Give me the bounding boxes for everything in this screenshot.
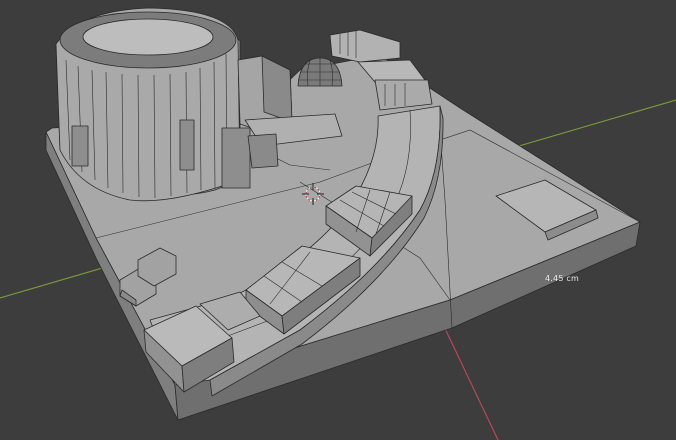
- x-axis-line: [439, 317, 499, 440]
- cylinder-tower[interactable]: [55, 7, 251, 202]
- dome-structure[interactable]: [297, 57, 343, 87]
- scene-canvas[interactable]: [0, 0, 676, 440]
- 3d-viewport[interactable]: 4.45 cm: [0, 0, 676, 440]
- measurement-label: 4.45 cm: [545, 274, 579, 283]
